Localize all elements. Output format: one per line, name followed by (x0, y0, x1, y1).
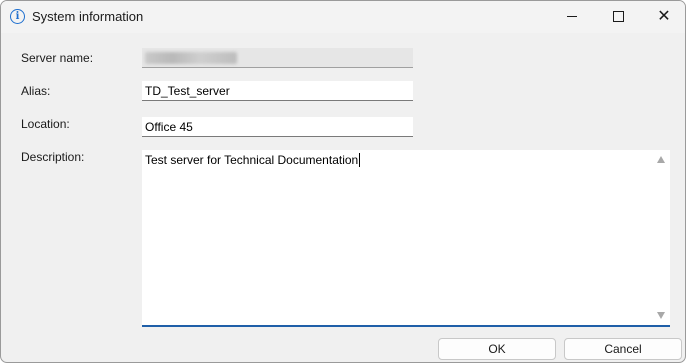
maximize-button[interactable] (595, 1, 641, 31)
description-scrollbar[interactable] (653, 150, 670, 325)
description-textarea[interactable]: Test server for Technical Documentation (142, 150, 670, 327)
info-icon: i (10, 9, 25, 24)
maximize-icon (612, 10, 624, 22)
location-label: Location: (21, 117, 70, 131)
minimize-button[interactable] (549, 1, 595, 31)
title-bar[interactable]: i System information ✕ (1, 1, 685, 33)
system-information-dialog: i System information ✕ Server name: Alia… (0, 0, 686, 363)
server-name-label: Server name: (21, 51, 94, 65)
cancel-button[interactable]: Cancel (564, 338, 682, 360)
window-title: System information (32, 9, 144, 24)
description-text-wrap: Test server for Technical Documentation (145, 153, 361, 167)
scroll-down-icon[interactable] (657, 312, 665, 319)
description-label: Description: (21, 150, 85, 164)
description-text: Test server for Technical Documentation (145, 153, 359, 167)
alias-label: Alias: (21, 84, 51, 98)
close-icon: ✕ (657, 6, 671, 25)
scroll-up-icon[interactable] (657, 156, 665, 163)
ok-button[interactable]: OK (438, 338, 556, 360)
alias-field[interactable]: TD_Test_server (142, 81, 413, 101)
minimize-icon (567, 15, 577, 17)
server-name-field (142, 48, 413, 68)
redacted-server-name (145, 52, 237, 64)
close-button[interactable]: ✕ (641, 1, 685, 31)
location-field[interactable]: Office 45 (142, 117, 413, 137)
text-caret (359, 153, 361, 167)
